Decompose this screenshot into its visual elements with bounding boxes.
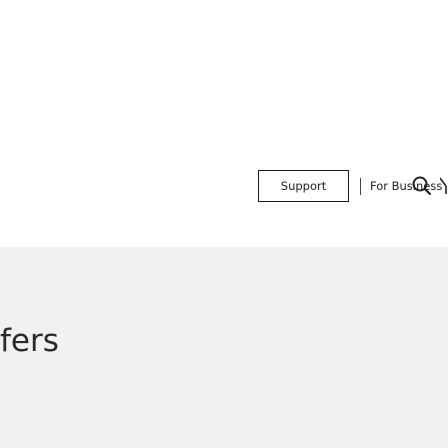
hero-section bbox=[0, 247, 448, 448]
nav-support-link[interactable]: Support bbox=[258, 170, 349, 202]
search-icon[interactable] bbox=[410, 174, 434, 198]
nav-divider bbox=[360, 178, 361, 195]
hero-heading: fers bbox=[0, 323, 59, 359]
partial-icon[interactable] bbox=[440, 174, 448, 198]
site-header: Support For Business bbox=[0, 0, 448, 247]
nav-support-label: Support bbox=[280, 179, 327, 193]
